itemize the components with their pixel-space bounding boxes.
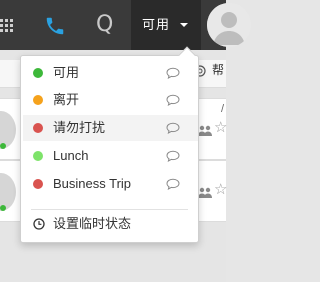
- status-item-away[interactable]: 离开: [23, 87, 198, 113]
- help-label[interactable]: 帮: [212, 63, 224, 77]
- status-item-label: Business Trip: [53, 176, 132, 191]
- people-icon[interactable]: [198, 124, 212, 136]
- search-q-icon[interactable]: Q: [96, 10, 118, 40]
- online-dot: [0, 205, 6, 211]
- star-icon[interactable]: ☆: [214, 120, 230, 136]
- status-item-label: 请勿打扰: [53, 120, 106, 135]
- status-item-label: Lunch: [53, 148, 89, 163]
- speech-bubble-icon[interactable]: [166, 66, 180, 80]
- status-item-business-trip[interactable]: Business Trip: [23, 171, 198, 197]
- status-dot: [33, 179, 43, 189]
- people-icon[interactable]: [198, 186, 212, 198]
- menu-divider: [31, 209, 188, 210]
- speech-bubble-icon[interactable]: [166, 93, 180, 107]
- caret-down-icon: [180, 23, 188, 27]
- star-icon[interactable]: ☆: [214, 182, 230, 198]
- clock-icon: [33, 217, 45, 230]
- set-temporary-status-label: 设置临时状态: [53, 216, 132, 231]
- status-item-label: 离开: [53, 92, 80, 107]
- status-dropdown-toggle[interactable]: 可用: [131, 0, 201, 50]
- status-dot: [33, 151, 43, 161]
- speech-bubble-icon[interactable]: [166, 121, 180, 135]
- current-status-label: 可用: [142, 17, 171, 32]
- status-dot: [33, 68, 43, 78]
- status-item-lunch[interactable]: Lunch: [23, 143, 198, 169]
- speech-bubble-icon[interactable]: [166, 177, 180, 191]
- user-avatar[interactable]: [207, 3, 251, 47]
- apps-grid-icon[interactable]: [0, 19, 14, 32]
- status-item-available[interactable]: 可用: [23, 60, 198, 86]
- phone-icon[interactable]: [44, 15, 66, 37]
- status-dropdown-menu: 可用 离开 请勿打扰 Lunch Business Trip 设置临时状态: [20, 46, 199, 243]
- set-temporary-status-item[interactable]: 设置临时状态: [23, 211, 198, 237]
- top-header: Q 可用: [0, 0, 251, 50]
- status-item-do-not-disturb[interactable]: 请勿打扰: [23, 115, 198, 141]
- online-dot: [0, 143, 6, 149]
- status-item-label: 可用: [53, 65, 80, 80]
- status-dot: [33, 123, 43, 133]
- card-edge-text: /: [221, 103, 225, 115]
- speech-bubble-icon[interactable]: [166, 149, 180, 163]
- status-dot: [33, 95, 43, 105]
